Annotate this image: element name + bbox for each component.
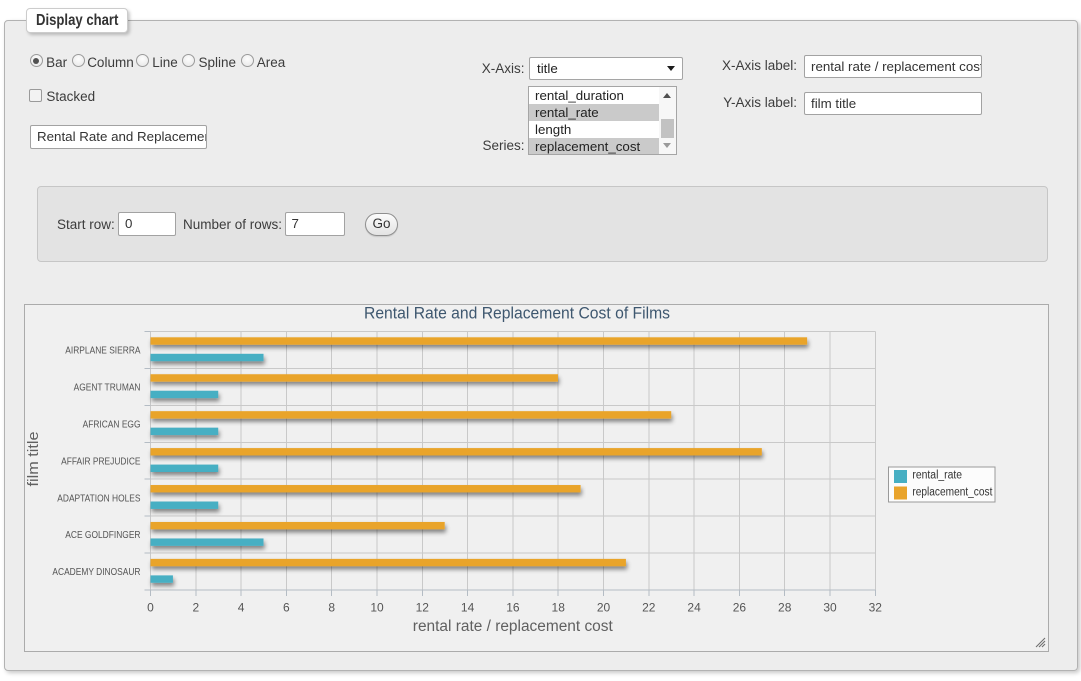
svg-text:ADAPTATION HOLES: ADAPTATION HOLES <box>57 492 140 504</box>
svg-text:0: 0 <box>147 600 154 614</box>
svg-text:AFRICAN EGG: AFRICAN EGG <box>83 418 141 430</box>
svg-text:28: 28 <box>778 600 792 614</box>
svg-text:2: 2 <box>192 600 199 614</box>
svg-text:Rental Rate and Replacement Co: Rental Rate and Replacement Cost of Film… <box>364 305 670 323</box>
svg-text:18: 18 <box>552 600 566 614</box>
svg-text:14: 14 <box>461 600 475 614</box>
svg-text:20: 20 <box>597 600 611 614</box>
svg-text:6: 6 <box>283 600 290 614</box>
svg-text:AFFAIR PREJUDICE: AFFAIR PREJUDICE <box>61 455 140 467</box>
svg-text:rental rate / replacement cost: rental rate / replacement cost <box>413 618 614 635</box>
svg-text:32: 32 <box>869 600 883 614</box>
svg-text:ACE GOLDFINGER: ACE GOLDFINGER <box>65 529 141 541</box>
svg-text:rental_rate: rental_rate <box>912 470 962 482</box>
svg-text:AGENT TRUMAN: AGENT TRUMAN <box>74 381 141 393</box>
svg-text:8: 8 <box>328 600 335 614</box>
svg-text:26: 26 <box>733 600 747 614</box>
svg-text:16: 16 <box>506 600 520 614</box>
svg-text:ACADEMY DINOSAUR: ACADEMY DINOSAUR <box>52 566 140 578</box>
svg-text:10: 10 <box>370 600 384 614</box>
svg-text:AIRPLANE SIERRA: AIRPLANE SIERRA <box>65 345 140 357</box>
svg-text:4: 4 <box>238 600 245 614</box>
svg-text:22: 22 <box>642 600 656 614</box>
svg-text:film title: film title <box>25 432 42 487</box>
svg-text:24: 24 <box>687 600 701 614</box>
svg-text:30: 30 <box>823 600 837 614</box>
svg-text:12: 12 <box>416 600 430 614</box>
svg-text:replacement_cost: replacement_cost <box>912 487 993 499</box>
